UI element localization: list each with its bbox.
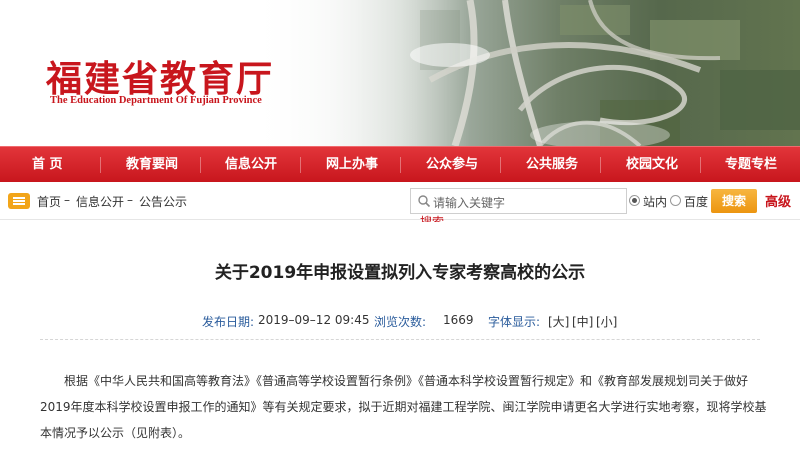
nav-online-services[interactable]: 网上办事 xyxy=(326,147,378,183)
nav-divider xyxy=(600,157,601,173)
nav-divider xyxy=(400,157,401,173)
publish-date: 2019–09–12 09:45 xyxy=(258,313,370,327)
nav-home[interactable]: 首 页 xyxy=(32,147,63,183)
font-size-label: 字体显示: xyxy=(488,315,541,329)
publish-date-label: 发布日期: xyxy=(202,315,255,329)
scope-baidu-label[interactable]: 百度 xyxy=(684,193,708,210)
nav-divider xyxy=(700,157,701,173)
nav-divider xyxy=(100,157,101,173)
breadcrumb-home[interactable]: 首页 xyxy=(37,193,61,210)
nav-special-topics[interactable]: 专题专栏 xyxy=(725,147,777,183)
scope-baidu-radio[interactable] xyxy=(670,195,681,206)
breadcrumb-info-disclosure[interactable]: 信息公开 xyxy=(76,193,124,210)
scope-site-radio[interactable] xyxy=(629,195,640,206)
search-button[interactable]: 搜索 xyxy=(711,189,757,213)
search-input[interactable]: 请输入关键字 xyxy=(410,188,627,214)
scope-site-label[interactable]: 站内 xyxy=(643,193,667,210)
list-icon xyxy=(8,193,30,209)
nav-campus-culture[interactable]: 校园文化 xyxy=(626,147,678,183)
font-large-link[interactable]: [大] xyxy=(548,313,569,330)
nav-info-disclosure[interactable]: 信息公开 xyxy=(225,147,277,183)
header-banner: 福建省教育厅 The Education Department Of Fujia… xyxy=(0,0,800,146)
article-body: 根据《中华人民共和国高等教育法》《普通高等学校设置暂行条例》《普通本科学校设置暂… xyxy=(40,374,767,440)
nav-divider xyxy=(500,157,501,173)
nav-education-news[interactable]: 教育要闻 xyxy=(126,147,178,183)
nav-public-service[interactable]: 公共服务 xyxy=(526,147,578,183)
logo-subtitle: The Education Department Of Fujian Provi… xyxy=(50,95,262,106)
font-small-link[interactable]: [小] xyxy=(596,313,617,330)
breadcrumb-announcements[interactable]: 公告公示 xyxy=(139,193,187,210)
views-count: 1669 xyxy=(443,313,474,327)
views-label: 浏览次数: xyxy=(374,315,427,329)
nav-divider xyxy=(300,157,301,173)
search-placeholder: 请输入关键字 xyxy=(433,196,506,210)
font-medium-link[interactable]: [中] xyxy=(572,313,593,330)
search-icon xyxy=(418,195,431,208)
breadcrumb-separator: – xyxy=(64,193,70,207)
breadcrumb-separator: – xyxy=(127,193,133,207)
article-title: 关于2019年申报设置拟列入专家考察高校的公示 xyxy=(214,263,586,283)
nav-public-participation[interactable]: 公众参与 xyxy=(426,147,478,183)
meta-divider xyxy=(40,339,760,340)
main-nav: 首 页 教育要闻 信息公开 网上办事 公众参与 公共服务 校园文化 专题专栏 xyxy=(0,146,800,182)
advanced-search-link[interactable]: 高级 xyxy=(765,191,791,210)
search-link-partial[interactable]: 搜索 xyxy=(420,214,444,222)
nav-divider xyxy=(200,157,201,173)
